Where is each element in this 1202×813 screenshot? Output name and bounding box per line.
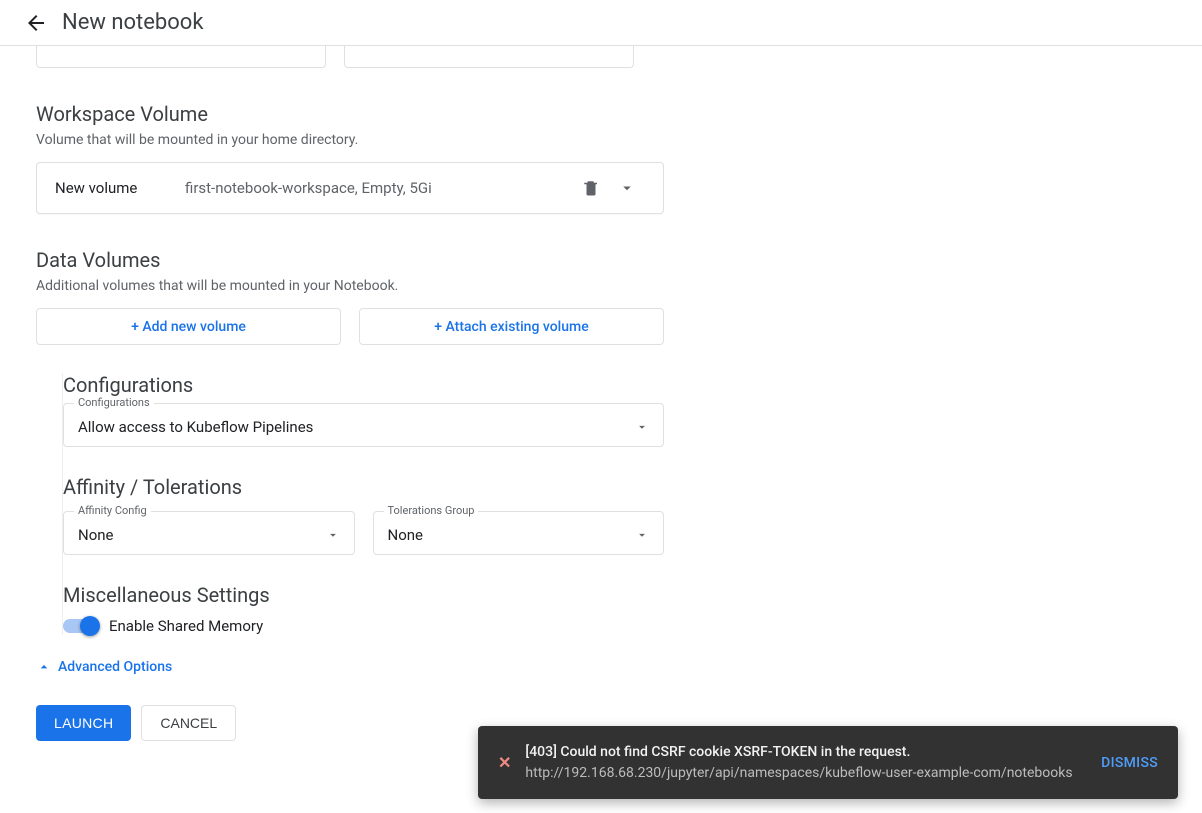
chevron-up-icon (36, 659, 52, 675)
workspace-volume-subtitle: Volume that will be mounted in your home… (36, 132, 664, 148)
data-volumes-subtitle: Additional volumes that will be mounted … (36, 278, 664, 294)
error-snackbar: ✕ [403] Could not find CSRF cookie XSRF-… (478, 726, 1178, 799)
snackbar-message-line1: [403] Could not find CSRF cookie XSRF-TO… (525, 742, 1083, 762)
add-new-volume-button[interactable]: + Add new volume (36, 308, 341, 345)
tolerations-group-label: Tolerations Group (384, 504, 479, 517)
page-title: New notebook (62, 10, 204, 35)
advanced-options-label: Advanced Options (58, 659, 172, 675)
advanced-options-toggle[interactable]: Advanced Options (36, 659, 664, 675)
new-volume-label: New volume (55, 179, 185, 197)
field-placeholder[interactable] (36, 46, 326, 68)
snackbar-dismiss-button[interactable]: DISMISS (1101, 755, 1158, 771)
attach-existing-volume-button[interactable]: + Attach existing volume (359, 308, 664, 345)
dropdown-caret-icon (635, 420, 649, 434)
dropdown-caret-icon (635, 528, 649, 542)
affinity-config-select[interactable]: Affinity Config None (63, 511, 355, 555)
configurations-title: Configurations (63, 373, 664, 397)
error-x-icon: ✕ (498, 753, 511, 772)
launch-button[interactable]: LAUNCH (36, 705, 131, 741)
shared-memory-toggle[interactable] (63, 619, 97, 633)
volume-description: first-notebook-workspace, Empty, 5Gi (185, 179, 573, 197)
back-arrow-icon[interactable] (24, 11, 48, 35)
field-placeholder[interactable] (344, 46, 634, 68)
configurations-value: Allow access to Kubeflow Pipelines (78, 418, 313, 436)
tolerations-group-select[interactable]: Tolerations Group None (373, 511, 665, 555)
page-header: New notebook (0, 0, 1202, 46)
tolerations-group-value: None (388, 526, 424, 544)
expand-volume-icon[interactable] (609, 179, 645, 197)
configurations-select[interactable]: Configurations Allow access to Kubeflow … (63, 403, 664, 447)
shared-memory-label: Enable Shared Memory (109, 617, 263, 635)
cancel-button[interactable]: CANCEL (141, 705, 236, 741)
affinity-config-label: Affinity Config (74, 504, 151, 517)
misc-settings-title: Miscellaneous Settings (63, 583, 664, 607)
affinity-tolerations-title: Affinity / Tolerations (63, 475, 664, 499)
configurations-field-label: Configurations (74, 396, 154, 409)
delete-volume-icon[interactable] (573, 179, 609, 197)
workspace-volume-card[interactable]: New volume first-notebook-workspace, Emp… (36, 162, 664, 214)
data-volumes-title: Data Volumes (36, 248, 664, 272)
affinity-config-value: None (78, 526, 114, 544)
snackbar-message-line2: http://192.168.68.230/jupyter/api/namesp… (525, 763, 1083, 783)
workspace-volume-title: Workspace Volume (36, 102, 664, 126)
top-field-row (36, 46, 664, 68)
dropdown-caret-icon (326, 528, 340, 542)
